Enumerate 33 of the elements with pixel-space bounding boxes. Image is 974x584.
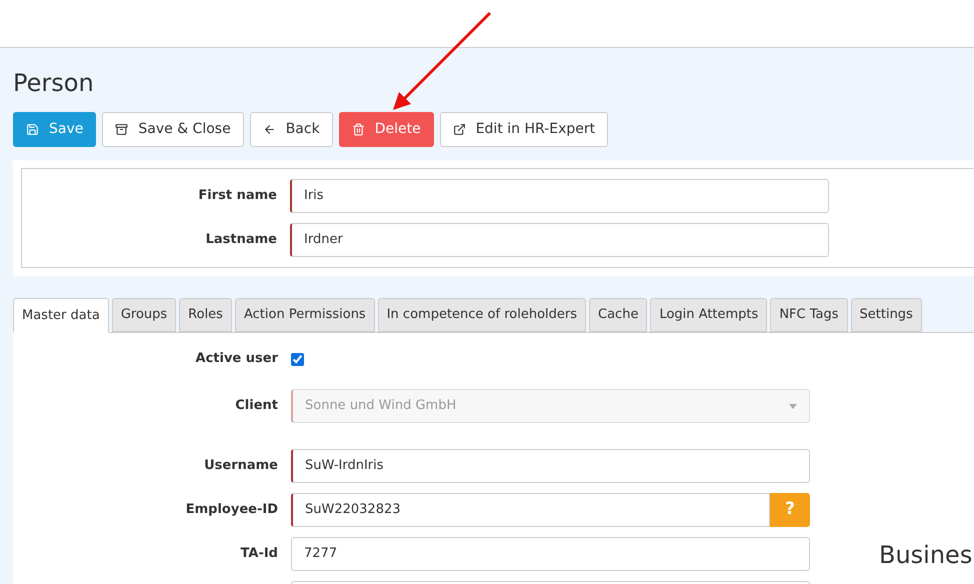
field-label: Lastname <box>204 231 278 250</box>
tab[interactable]: Roles <box>179 298 232 332</box>
toolbar-button[interactable]: Edit in HR-Expert <box>440 112 608 147</box>
tab[interactable]: Master data <box>13 298 109 333</box>
primary-icon <box>26 123 39 136</box>
field-label: TA-Id <box>240 545 279 564</box>
back-icon <box>262 123 276 136</box>
page-title: Person <box>13 68 95 98</box>
archive-icon <box>115 123 128 136</box>
input-field[interactable]: SuW22032823 <box>291 493 770 527</box>
section-heading: Busines <box>879 540 972 571</box>
external-icon <box>452 123 466 136</box>
input-field[interactable]: Irdner <box>290 223 829 257</box>
tab[interactable]: Cache <box>589 298 648 332</box>
tab[interactable]: Settings <box>850 298 922 332</box>
input-field[interactable]: Iris <box>290 179 829 213</box>
toolbar-button[interactable]: Back <box>250 112 333 147</box>
toolbar-button[interactable]: Save & Close <box>102 112 244 147</box>
tab[interactable]: Groups <box>112 298 176 332</box>
input-field[interactable]: 7277 <box>291 537 810 571</box>
input-field[interactable]: SuW-IrdnIris <box>291 449 810 483</box>
field-label: Username <box>203 457 279 476</box>
tab[interactable]: Login Attempts <box>650 298 768 332</box>
danger-icon <box>352 123 365 136</box>
field-label: Active user <box>194 350 279 368</box>
dropdown-caret-icon <box>789 404 797 408</box>
tab[interactable]: In competence of roleholders <box>378 298 586 332</box>
field-label: Employee-ID <box>184 501 279 520</box>
tab[interactable]: Action Permissions <box>234 298 375 332</box>
field-label: First name <box>197 187 278 206</box>
checkbox[interactable] <box>291 352 304 366</box>
tab[interactable]: NFC Tags <box>770 298 848 332</box>
field-label: Client <box>234 397 279 416</box>
